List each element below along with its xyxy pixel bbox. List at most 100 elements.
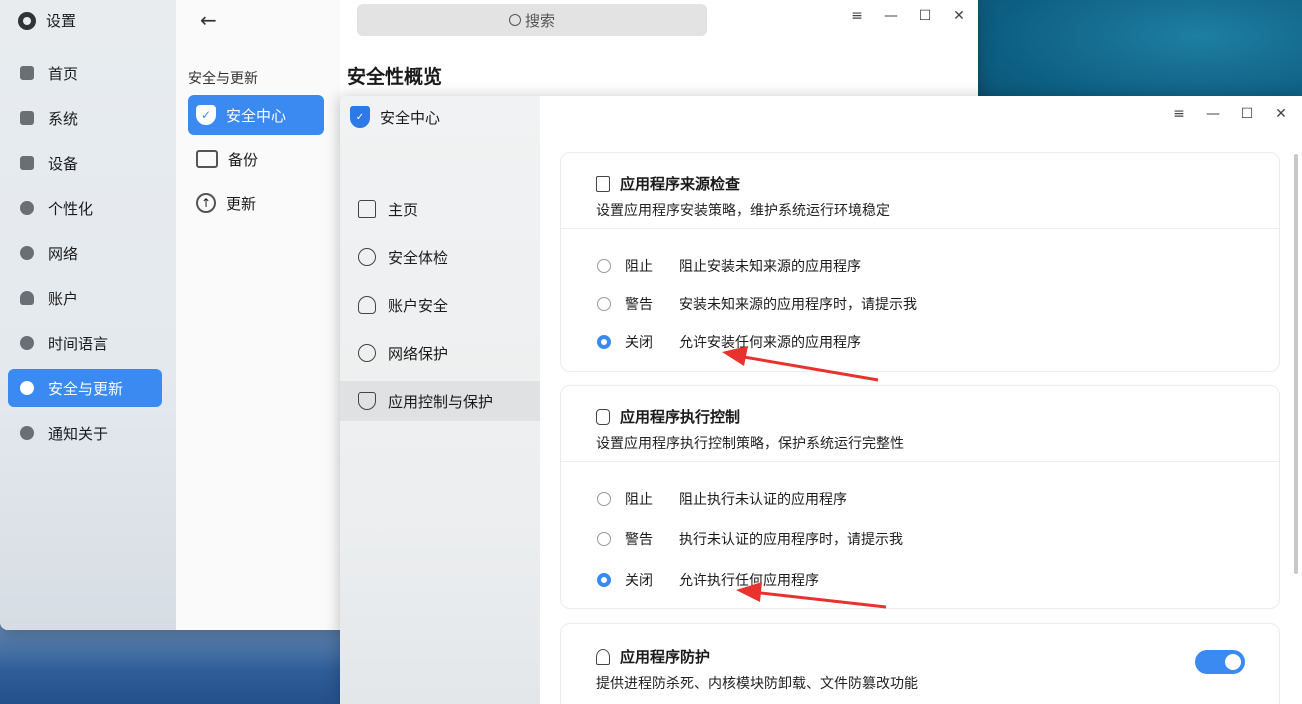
- close-icon[interactable]: ✕: [951, 8, 967, 24]
- shield-logo-icon: ✓: [350, 106, 370, 128]
- radio-button-checked[interactable]: [597, 335, 611, 349]
- radio-option-off[interactable]: 关闭 允许执行任何应用程序: [597, 570, 819, 590]
- security-sidebar: ✓ 安全中心 主页 安全体检 账户安全 网络保护 应用控制与保护: [340, 96, 540, 704]
- scan-icon: [358, 248, 376, 266]
- radio-button[interactable]: [597, 492, 611, 506]
- radio-button-checked[interactable]: [597, 573, 611, 587]
- home-icon: [20, 66, 34, 80]
- close-icon[interactable]: ✕: [1274, 106, 1288, 122]
- sidebar-item-label: 安全与更新: [48, 379, 124, 398]
- sidebar-item-home[interactable]: 首页: [8, 54, 162, 92]
- card-header: 应用程序执行控制 设置应用程序执行控制策略，保护系统运行完整性: [561, 386, 1279, 462]
- sub-group-title: 安全与更新: [188, 71, 258, 87]
- sidebar-item-time-language[interactable]: 时间语言: [8, 324, 162, 362]
- subitem-label: 更新: [226, 194, 257, 213]
- maximize-icon[interactable]: ☐: [917, 8, 933, 24]
- security-center-logo: ✓ 安全中心: [350, 106, 440, 128]
- radio-button[interactable]: [597, 297, 611, 311]
- option-description: 执行未认证的应用程序时，请提示我: [679, 532, 903, 548]
- backup-icon: [196, 150, 218, 168]
- sidebar-item-label: 系统: [48, 109, 79, 128]
- palette-icon: [20, 201, 34, 215]
- card-header: 应用程序来源检查 设置应用程序安装策略，维护系统运行环境稳定: [561, 153, 1279, 229]
- document-search-icon: [596, 175, 610, 192]
- tools-icon: [20, 156, 34, 170]
- option-description: 安装未知来源的应用程序时，请提示我: [679, 297, 917, 313]
- menu-icon[interactable]: ≡: [1172, 106, 1186, 122]
- sec-nav-app-control[interactable]: 应用控制与保护: [340, 381, 540, 421]
- wallpaper-sea-bottom: [0, 620, 360, 704]
- radio-option-warn[interactable]: 警告 安装未知来源的应用程序时，请提示我: [597, 294, 917, 314]
- radio-button[interactable]: [597, 532, 611, 546]
- option-description: 阻止执行未认证的应用程序: [679, 492, 847, 508]
- maximize-icon[interactable]: ☐: [1240, 106, 1254, 122]
- sec-nav-label: 安全体检: [388, 248, 449, 267]
- sec-nav-account-security[interactable]: 账户安全: [340, 285, 540, 325]
- sidebar-item-label: 首页: [48, 64, 79, 83]
- radio-option-block[interactable]: 阻止 阻止安装未知来源的应用程序: [597, 256, 861, 276]
- minimize-icon[interactable]: —: [1206, 106, 1220, 122]
- globe-icon: [20, 246, 34, 260]
- card-title: 应用程序防护: [620, 648, 711, 666]
- sec-nav-label: 网络保护: [388, 344, 449, 363]
- option-label: 警告: [625, 297, 653, 313]
- app-title-label: 设置: [46, 12, 77, 30]
- sidebar-item-label: 个性化: [48, 199, 94, 218]
- security-main: ≡ — ☐ ✕ 应用程序来源检查 设置应用程序安装策略，维护系统运行环境稳定 阻…: [540, 96, 1302, 704]
- option-description: 允许执行任何应用程序: [679, 573, 819, 589]
- security-window-controls: ≡ — ☐ ✕: [1172, 106, 1288, 122]
- option-label: 警告: [625, 532, 653, 548]
- user-icon: [20, 291, 34, 305]
- app-protection-card: 应用程序防护 提供进程防杀死、内核模块防卸载、文件防篡改功能: [560, 623, 1280, 704]
- subitem-backup[interactable]: 备份: [188, 139, 324, 179]
- radio-option-block[interactable]: 阻止 阻止执行未认证的应用程序: [597, 489, 847, 509]
- sidebar-item-network[interactable]: 网络: [8, 234, 162, 272]
- monitor-icon: [20, 111, 34, 125]
- card-title: 应用程序来源检查: [620, 175, 741, 193]
- app-source-check-card: 应用程序来源检查 设置应用程序安装策略，维护系统运行环境稳定 阻止 阻止安装未知…: [560, 152, 1280, 372]
- home-icon: [358, 200, 376, 218]
- search-icon: [508, 14, 521, 26]
- sec-nav-network-protection[interactable]: 网络保护: [340, 333, 540, 373]
- page-title: 安全性概览: [347, 66, 443, 88]
- radio-option-off[interactable]: 关闭 允许安装任何来源的应用程序: [597, 332, 861, 352]
- subitem-update[interactable]: ↑ 更新: [188, 183, 324, 223]
- sidebar-item-personalization[interactable]: 个性化: [8, 189, 162, 227]
- security-center-title: 安全中心: [380, 108, 441, 127]
- card-description: 提供进程防杀死、内核模块防卸载、文件防篡改功能: [596, 676, 918, 692]
- option-label: 关闭: [625, 573, 653, 589]
- sidebar-item-security-update[interactable]: 安全与更新: [8, 369, 162, 407]
- sidebar-item-label: 网络: [48, 244, 79, 263]
- sidebar-item-label: 账户: [48, 289, 79, 308]
- clock-icon: [20, 336, 34, 350]
- sidebar-item-notification-about[interactable]: 通知关于: [8, 414, 162, 452]
- radio-option-warn[interactable]: 警告 执行未认证的应用程序时，请提示我: [597, 529, 903, 549]
- option-label: 阻止: [625, 259, 653, 275]
- gear-icon: [18, 11, 36, 30]
- option-label: 阻止: [625, 492, 653, 508]
- menu-icon[interactable]: ≡: [849, 8, 865, 24]
- card-description: 设置应用程序执行控制策略，保护系统运行完整性: [596, 436, 904, 452]
- option-description: 允许安装任何来源的应用程序: [679, 335, 861, 351]
- sidebar-item-system[interactable]: 系统: [8, 99, 162, 137]
- subitem-label: 安全中心: [226, 106, 287, 125]
- sidebar-item-devices[interactable]: 设备: [8, 144, 162, 182]
- sec-nav-label: 账户安全: [388, 296, 449, 315]
- scrollbar[interactable]: [1294, 154, 1298, 574]
- sec-nav-label: 主页: [388, 200, 419, 219]
- app-protection-toggle[interactable]: [1195, 650, 1245, 674]
- sec-nav-scan[interactable]: 安全体检: [340, 237, 540, 277]
- radio-button[interactable]: [597, 259, 611, 273]
- update-icon: ↑: [196, 193, 216, 213]
- sec-nav-home[interactable]: 主页: [340, 189, 540, 229]
- search-input[interactable]: 搜索: [357, 4, 707, 36]
- minimize-icon[interactable]: —: [883, 8, 899, 24]
- subitem-label: 备份: [228, 150, 259, 169]
- sidebar-item-account[interactable]: 账户: [8, 279, 162, 317]
- execution-control-icon: [596, 408, 610, 425]
- settings-sidebar: 设置 首页 系统 设备 个性化 网络 账户 时间语言 安全与更新 通知关于: [0, 0, 176, 630]
- app-execution-control-card: 应用程序执行控制 设置应用程序执行控制策略，保护系统运行完整性 阻止 阻止执行未…: [560, 385, 1280, 609]
- subitem-security-center[interactable]: ✓ 安全中心: [188, 95, 324, 135]
- back-arrow-icon[interactable]: ←: [200, 8, 217, 32]
- app-title: 设置: [18, 10, 76, 31]
